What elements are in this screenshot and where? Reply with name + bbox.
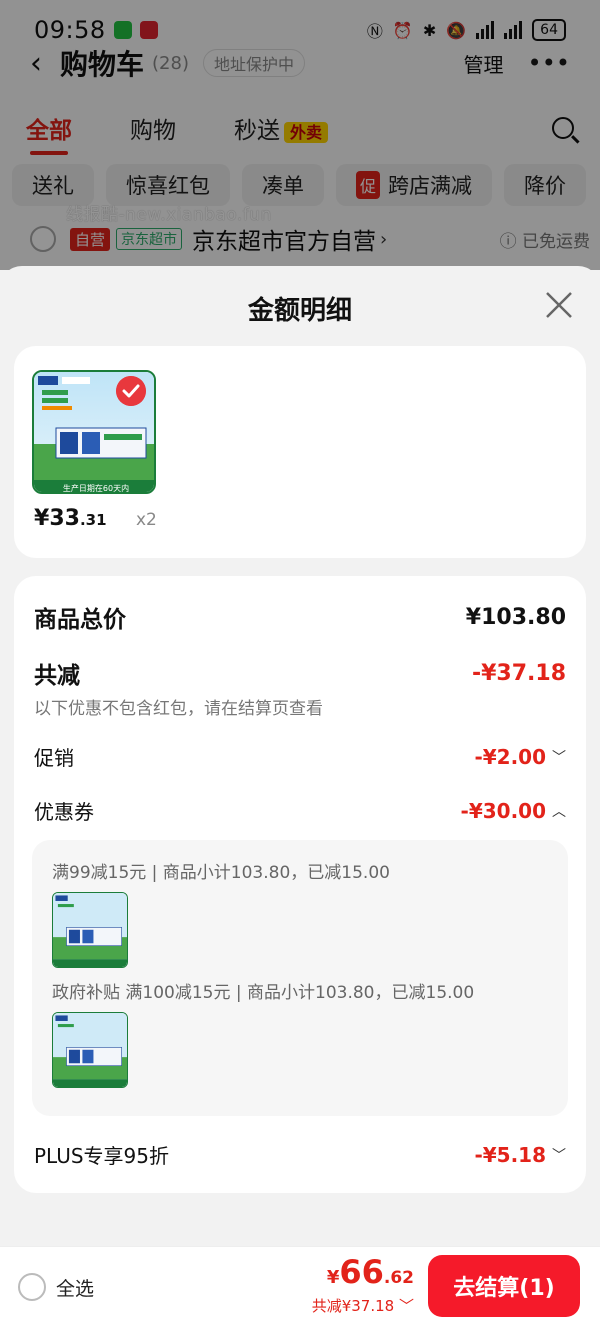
chevron-down-icon: ﹀	[398, 1297, 414, 1315]
total-int: 66	[339, 1253, 384, 1291]
coupon-product-art-1	[53, 893, 127, 967]
checkout-total: ¥66.62	[327, 1253, 414, 1291]
reduce-note: 以下优惠不包含红包，请在结算页查看	[34, 699, 323, 719]
cart-page-background: 09:58 Ⓝ ⏰ ✱ 🔕 64 ‹ 购物车 (28) 地址保护中 管理 •••…	[0, 0, 600, 270]
coupon-product-image-1	[52, 892, 128, 968]
sheet-title: 金额明细	[247, 296, 352, 326]
promo-label: 促销	[34, 746, 74, 770]
coupon-value-wrap: -¥30.00 ︿	[461, 799, 566, 823]
plus-row[interactable]: PLUS专享95折 -¥5.18 ﹀	[34, 1140, 566, 1169]
product-price: ¥33.31	[34, 506, 107, 531]
promo-value-wrap: -¥2.00 ﹀	[474, 745, 566, 769]
price-detail-card: 商品总价 ¥103.80 共减 -¥37.18 以下优惠不包含红包，请在结算页查…	[14, 576, 586, 1193]
checkout-button[interactable]: 去结算(1)	[428, 1255, 580, 1317]
total-value: ¥103.80	[465, 604, 566, 630]
total-label: 商品总价	[34, 607, 126, 633]
total-dec: .62	[383, 1268, 414, 1288]
thumb-banner-text: 生产日期在60天内	[63, 483, 129, 493]
promo-row[interactable]: 促销 -¥2.00 ﹀	[34, 742, 566, 771]
select-all-radio[interactable]	[18, 1273, 46, 1301]
coupon-product-art-2	[53, 1013, 127, 1087]
plus-value-wrap: -¥5.18 ﹀	[474, 1143, 566, 1167]
product-quantity: x2	[136, 510, 157, 530]
bottom-checkout-bar: 全选 ¥66.62 共减¥37.18 ﹀ 去结算(1)	[0, 1246, 600, 1326]
coupon-label: 优惠券	[34, 800, 94, 824]
promo-value: -¥2.00	[474, 744, 546, 769]
select-all-label[interactable]: 全选	[56, 1274, 94, 1301]
coupon-product-image-2	[52, 1012, 128, 1088]
checkout-discount[interactable]: 共减¥37.18 ﹀	[312, 1295, 414, 1316]
chevron-up-icon: ︿	[552, 803, 566, 820]
coupon-value: -¥30.00	[460, 798, 546, 823]
price-int: 33	[49, 506, 80, 531]
plus-label: PLUS专享95折	[34, 1144, 169, 1168]
price-symbol: ¥	[34, 506, 50, 531]
reduce-label: 共减	[34, 663, 80, 689]
coupon-line-2: 政府补贴 满100减15元 | 商品小计103.80，已减15.00	[52, 983, 475, 1003]
total-row: 商品总价 ¥103.80	[34, 600, 566, 634]
total-symbol: ¥	[326, 1267, 340, 1288]
close-icon[interactable]	[542, 288, 576, 322]
reduce-row: 共减 -¥37.18	[34, 656, 566, 690]
plus-value: -¥5.18	[474, 1142, 546, 1167]
dim-overlay[interactable]	[0, 0, 600, 270]
chevron-down-icon: ﹀	[552, 1147, 566, 1164]
price-dec: .31	[79, 511, 107, 529]
check-badge-icon	[116, 376, 146, 406]
coupon-row[interactable]: 优惠券 -¥30.00 ︿	[34, 796, 566, 825]
checkout-discount-text: 共减¥37.18	[311, 1297, 395, 1315]
product-card: 生产日期在60天内 ¥33.31 x2	[14, 346, 586, 558]
reduce-value: -¥37.18	[471, 660, 566, 686]
coupon-detail-box: 满99减15元 | 商品小计103.80，已减15.00 政府补贴 满100减1…	[32, 840, 568, 1116]
coupon-line-1: 满99减15元 | 商品小计103.80，已减15.00	[52, 863, 390, 883]
amount-detail-sheet: 金额明细 生产日期在60天内 ¥33.31 x2 商品总价 ¥103.80 共减…	[0, 266, 600, 1246]
chevron-down-icon: ﹀	[552, 749, 566, 766]
